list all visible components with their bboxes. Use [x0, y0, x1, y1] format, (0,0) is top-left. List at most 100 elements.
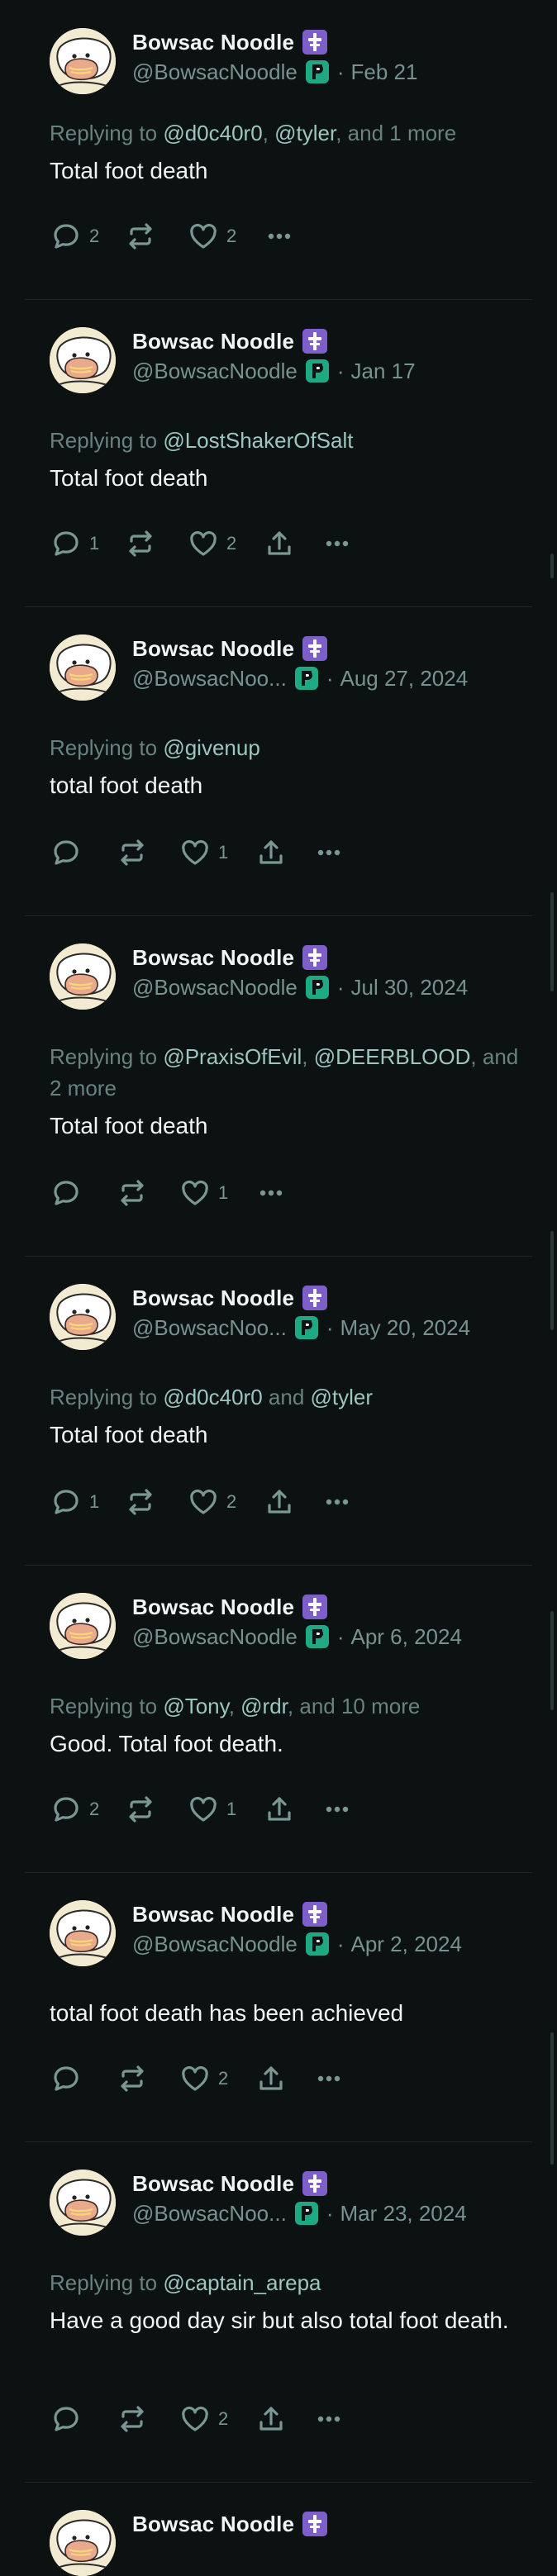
post[interactable]: Bowsac Noodle @BowsacNoo... · Aug 27, 2024 R…	[25, 606, 532, 916]
reply-button[interactable]	[50, 2399, 83, 2439]
mention-link[interactable]: @tyler	[311, 1385, 374, 1409]
like-button[interactable]: 2	[187, 1482, 236, 1522]
mention-link[interactable]: @tyler	[274, 121, 336, 145]
post[interactable]: Bowsac Noodle @BowsacNoodle · Apr 6, 2024 Re…	[25, 1565, 532, 1873]
mention-link[interactable]: @Tony	[163, 1694, 228, 1718]
post[interactable]: Bowsac Noodle @BowsacNoodle · Feb 21 Replyin…	[25, 0, 532, 300]
author-name[interactable]: Bowsac Noodle	[132, 2512, 294, 2537]
more-button[interactable]	[312, 2399, 345, 2439]
post[interactable]: Bowsac Noodle @BowsacNoodle · Jan 17 Replyin…	[25, 299, 532, 607]
author-handle[interactable]: @BowsacNoodle	[132, 1624, 298, 1650]
author-name[interactable]: Bowsac Noodle	[132, 1595, 294, 1620]
like-button[interactable]: 1	[179, 833, 228, 872]
more-button[interactable]	[321, 1789, 354, 1829]
avatar[interactable]	[50, 2170, 116, 2236]
more-button[interactable]	[321, 1482, 354, 1522]
like-button[interactable]: 1	[179, 1173, 228, 1213]
like-button[interactable]: 1	[187, 1789, 236, 1829]
author-handle[interactable]: @BowsacNoodle	[132, 59, 298, 85]
like-button[interactable]: 2	[187, 216, 236, 256]
post-date[interactable]: Apr 2, 2024	[351, 1932, 462, 1957]
mention-link[interactable]: @d0c40r0	[163, 1385, 262, 1409]
avatar[interactable]	[50, 327, 116, 393]
reply-button[interactable]: 1	[50, 524, 99, 563]
badge-bar	[310, 1916, 321, 1918]
post-date[interactable]: Mar 23, 2024	[340, 2201, 466, 2227]
author-name[interactable]: Bowsac Noodle	[132, 2171, 294, 2197]
mention-link[interactable]: @d0c40r0	[163, 121, 262, 145]
author-handle[interactable]: @BowsacNoodle	[132, 359, 298, 384]
repost-button[interactable]	[116, 2399, 149, 2439]
scrollbar-mark[interactable]	[550, 1231, 554, 1330]
author-name[interactable]: Bowsac Noodle	[132, 1286, 294, 1311]
mention-link[interactable]: @PraxisOfEvil	[163, 1044, 302, 1069]
avatar[interactable]	[50, 28, 116, 94]
share-button[interactable]	[255, 2059, 288, 2098]
post[interactable]: Bowsac Noodle @BowsacNoodle · Jul 30, 2024 R…	[25, 915, 532, 1257]
author-name[interactable]: Bowsac Noodle	[132, 1902, 294, 1927]
repost-button[interactable]	[116, 1173, 149, 1213]
mention-link[interactable]: @givenup	[163, 735, 259, 760]
reply-button[interactable]: 2	[50, 1789, 99, 1829]
author-handle[interactable]: @BowsacNoodle	[132, 975, 298, 1000]
post-date[interactable]: Jul 30, 2024	[351, 975, 469, 1000]
author-name[interactable]: Bowsac Noodle	[132, 636, 294, 662]
share-button[interactable]	[263, 1789, 296, 1829]
post-date[interactable]: Feb 21	[351, 59, 418, 85]
author-handle[interactable]: @BowsacNoo...	[132, 1315, 287, 1341]
more-button[interactable]	[321, 524, 354, 563]
author-name[interactable]: Bowsac Noodle	[132, 30, 294, 55]
more-icon	[326, 1499, 349, 1505]
share-button[interactable]	[255, 833, 288, 872]
share-button[interactable]	[263, 1482, 296, 1522]
reply-icon	[54, 224, 79, 249]
mention-link[interactable]: @LostShakerOfSalt	[163, 428, 353, 453]
reply-button[interactable]	[50, 833, 83, 872]
reply-button[interactable]	[50, 1173, 83, 1213]
repost-button[interactable]	[116, 2059, 149, 2098]
avatar[interactable]	[50, 1284, 116, 1350]
post-date[interactable]: May 20, 2024	[340, 1315, 470, 1341]
repost-button[interactable]	[124, 1789, 157, 1829]
author-handle[interactable]: @BowsacNoodle	[132, 1932, 298, 1957]
scrollbar-mark[interactable]	[550, 892, 554, 991]
author-name[interactable]: Bowsac Noodle	[132, 329, 294, 354]
share-button[interactable]	[263, 524, 296, 563]
repost-button[interactable]	[124, 216, 157, 256]
scrollbar-mark[interactable]	[550, 1611, 554, 1710]
more-button[interactable]	[255, 1173, 288, 1213]
scrollbar-mark[interactable]	[550, 554, 554, 578]
mention-link[interactable]: @captain_arepa	[163, 2270, 321, 2295]
post-date[interactable]: Aug 27, 2024	[340, 666, 468, 692]
mention-link[interactable]: @DEERBLOOD	[314, 1044, 471, 1069]
reply-button[interactable]	[50, 2059, 83, 2098]
post-date[interactable]: Jan 17	[351, 359, 416, 384]
share-button[interactable]	[255, 2399, 288, 2439]
avatar[interactable]	[50, 943, 116, 1010]
scrollbar-mark[interactable]	[550, 2032, 554, 2165]
repost-button[interactable]	[124, 1482, 157, 1522]
avatar[interactable]	[50, 2510, 116, 2576]
avatar[interactable]	[50, 634, 116, 701]
like-button[interactable]: 2	[187, 524, 236, 563]
author-handle[interactable]: @BowsacNoo...	[132, 666, 287, 692]
more-button[interactable]	[312, 2059, 345, 2098]
post[interactable]: Bowsac Noodle @BowsacNoo... · Mar 23, 2024 R…	[25, 2141, 532, 2483]
post[interactable]: Bowsac Noodle @BowsacNoodle · Apr 2, 2024 to…	[25, 1872, 532, 2142]
reply-button[interactable]: 1	[50, 1482, 99, 1522]
avatar[interactable]	[50, 1593, 116, 1659]
post[interactable]: Bowsac Noodle	[25, 2482, 532, 2576]
author-name[interactable]: Bowsac Noodle	[132, 945, 294, 971]
like-button[interactable]: 2	[179, 2399, 228, 2439]
more-button[interactable]	[312, 833, 345, 872]
repost-button[interactable]	[116, 833, 149, 872]
reply-button[interactable]: 2	[50, 216, 99, 256]
avatar[interactable]	[50, 1900, 116, 1966]
author-handle[interactable]: @BowsacNoo...	[132, 2201, 287, 2227]
post[interactable]: Bowsac Noodle @BowsacNoo... · May 20, 2024 R…	[25, 1256, 532, 1566]
repost-button[interactable]	[124, 524, 157, 563]
like-button[interactable]: 2	[179, 2059, 228, 2098]
mention-link[interactable]: @rdr	[240, 1694, 288, 1718]
post-date[interactable]: Apr 6, 2024	[351, 1624, 462, 1650]
more-button[interactable]	[263, 216, 296, 256]
